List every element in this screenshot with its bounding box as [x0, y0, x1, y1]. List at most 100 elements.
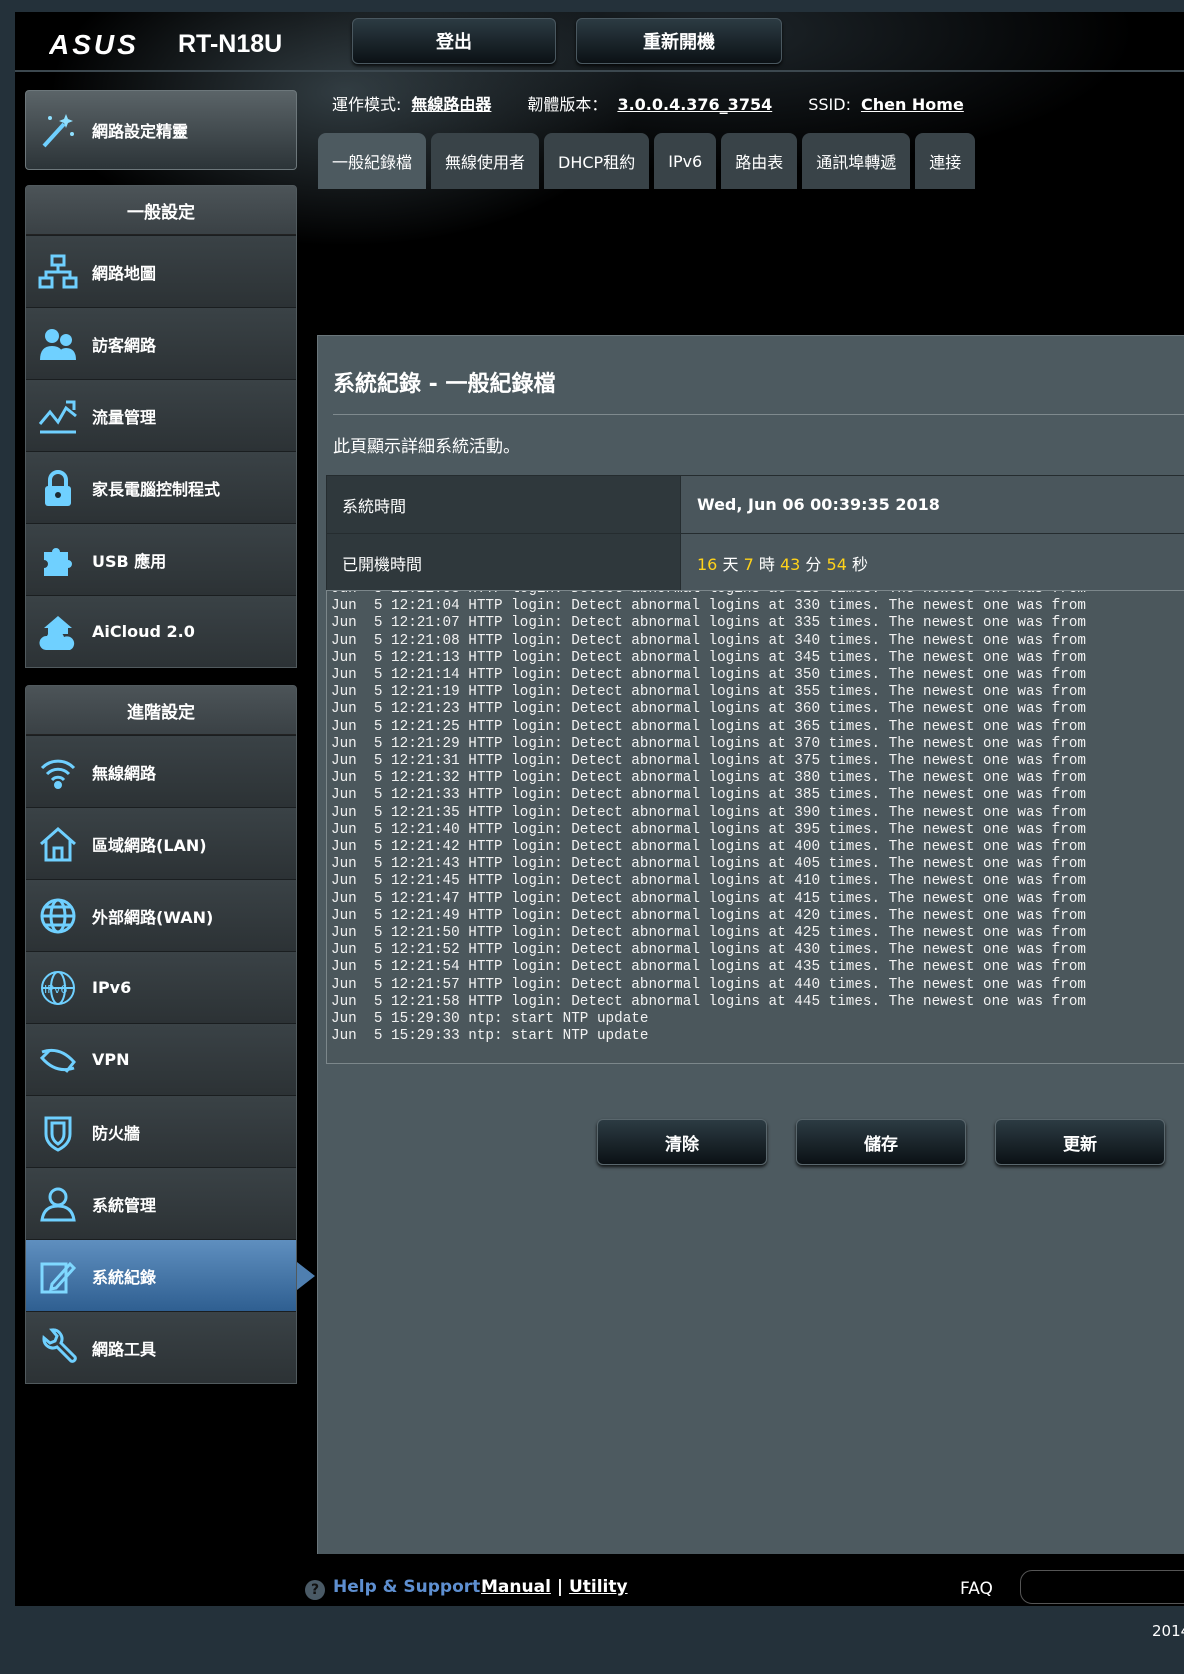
- utility-link[interactable]: Utility: [569, 1577, 628, 1597]
- edit-log-icon: [36, 1254, 80, 1298]
- tab-dhcp-leases[interactable]: DHCP租約: [544, 133, 650, 189]
- guest-network-icon: [36, 322, 80, 366]
- ssid-link[interactable]: Chen Home: [861, 95, 964, 114]
- header-divider: [15, 70, 1184, 72]
- advanced-settings-title: 進階設定: [26, 686, 296, 735]
- user-admin-icon: [36, 1182, 80, 1226]
- sidebar-item-parental-control[interactable]: 家長電腦控制程式: [26, 451, 296, 523]
- sidebar-item-network-map[interactable]: 網路地圖: [26, 235, 296, 307]
- router-frame: ASUS RT-N18U 登出 重新開機 網路設定精靈 一般設定 網路地圖 訪客…: [15, 12, 1184, 1606]
- sidebar-item-network-tools[interactable]: 網路工具: [26, 1311, 296, 1383]
- sidebar-item-guest-network[interactable]: 訪客網路: [26, 307, 296, 379]
- traffic-manager-icon: [36, 394, 80, 438]
- shield-icon: [36, 1110, 80, 1154]
- wifi-icon: [36, 750, 80, 794]
- uptime-hours-unit: 時: [758, 554, 775, 574]
- uptime-seconds: 54: [826, 554, 847, 574]
- asus-logo: ASUS: [49, 30, 139, 58]
- ssid-label: SSID:: [808, 95, 851, 114]
- footer: ? Help & Support Manual | Utility FAQ: [305, 1570, 1184, 1606]
- sidebar-item-label: AiCloud 2.0: [92, 622, 195, 641]
- tab-ipv6[interactable]: IPv6: [654, 133, 717, 189]
- sidebar-item-label: 區域網路(LAN): [92, 835, 207, 855]
- system-log-textarea[interactable]: Jun 5 12:21:03 HTTP login: Detect abnorm…: [326, 590, 1184, 1064]
- uptime-minutes-unit: 分: [805, 554, 822, 574]
- sidebar-item-firewall[interactable]: 防火牆: [26, 1095, 296, 1167]
- puzzle-icon: [36, 538, 80, 582]
- tab-port-forwarding[interactable]: 通訊埠轉遞: [802, 133, 911, 189]
- page-description: 此頁顯示詳細系統活動。: [333, 437, 520, 457]
- firmware-label: 韌體版本：: [527, 95, 608, 114]
- svg-text:ASUS: ASUS: [49, 30, 139, 58]
- sidebar-item-administration[interactable]: 系統管理: [26, 1167, 296, 1239]
- uptime-hours: 7: [743, 554, 754, 574]
- sidebar-item-label: 網路工具: [92, 1339, 157, 1359]
- manual-utility-links: Manual | Utility: [481, 1577, 628, 1597]
- general-settings-title: 一般設定: [26, 186, 296, 235]
- sidebar-item-label: 訪客網路: [92, 335, 157, 355]
- lock-icon: [36, 466, 80, 510]
- tab-routing-table[interactable]: 路由表: [721, 133, 798, 189]
- operation-mode-label: 運作模式:: [332, 95, 402, 114]
- vpn-icon: [36, 1038, 80, 1082]
- operation-mode-link[interactable]: 無線路由器: [411, 91, 491, 115]
- sidebar-item-label: IPv6: [92, 978, 132, 997]
- sidebar-item-ipv6[interactable]: IPv6 IPv6: [26, 951, 296, 1023]
- brand-header: ASUS RT-N18U: [49, 26, 282, 62]
- sidebar-item-label: VPN: [92, 1050, 130, 1069]
- logout-button[interactable]: 登出: [352, 18, 556, 64]
- page-title: 系統紀錄 - 一般紀錄檔: [333, 372, 556, 397]
- sidebar-item-usb-application[interactable]: USB 應用: [26, 523, 296, 595]
- sidebar-item-label: USB 應用: [92, 551, 167, 571]
- sidebar-item-wan[interactable]: 外部網路(WAN): [26, 879, 296, 951]
- home-icon: [36, 822, 80, 866]
- quick-setup-wizard[interactable]: 網路設定精靈: [25, 90, 297, 170]
- cloud-icon: [36, 610, 80, 654]
- tab-general-log[interactable]: 一般紀錄檔: [318, 133, 427, 189]
- svg-text:IPv6: IPv6: [44, 983, 67, 996]
- sidebar-item-lan[interactable]: 區域網路(LAN): [26, 807, 296, 879]
- clear-button[interactable]: 清除: [597, 1119, 767, 1165]
- globe-icon: [36, 894, 80, 938]
- reboot-button[interactable]: 重新開機: [576, 18, 782, 64]
- model-name: RT-N18U: [178, 29, 283, 58]
- sidebar-item-aicloud[interactable]: AiCloud 2.0: [26, 595, 296, 667]
- log-content: Jun 5 12:21:03 HTTP login: Detect abnorm…: [331, 591, 1086, 1045]
- uptime-days-unit: 天: [722, 554, 739, 574]
- refresh-button[interactable]: 更新: [995, 1119, 1165, 1165]
- sidebar-item-traffic-manager[interactable]: 流量管理: [26, 379, 296, 451]
- sidebar-item-vpn[interactable]: VPN: [26, 1023, 296, 1095]
- sidebar-item-wireless[interactable]: 無線網路: [26, 735, 296, 807]
- uptime-seconds-unit: 秒: [851, 554, 868, 574]
- sidebar-item-label: 外部網路(WAN): [92, 907, 214, 927]
- uptime-value: 16 天 7 時 43 分 54 秒: [680, 533, 1184, 592]
- magic-wand-icon: [36, 108, 80, 152]
- table-row: 已開機時間 16 天 7 時 43 分 54 秒: [326, 533, 1184, 592]
- tab-wireless-clients[interactable]: 無線使用者: [431, 133, 540, 189]
- faq-label: FAQ: [960, 1579, 993, 1599]
- copyright-text: 2014: [1152, 1622, 1184, 1640]
- status-info-bar: 運作模式: 無線路由器 韌體版本： 3.0.0.4.376_3754 SSID:…: [332, 91, 964, 115]
- save-button[interactable]: 儲存: [796, 1119, 966, 1165]
- help-icon: ?: [305, 1580, 325, 1600]
- uptime-label: 已開機時間: [326, 533, 681, 592]
- system-time-label: 系統時間: [326, 475, 681, 534]
- general-settings-menu: 一般設定 網路地圖 訪客網路 流量管理 家長電腦控制程式 USB 應用 AiCl…: [25, 185, 297, 668]
- sidebar-item-label: 防火牆: [92, 1123, 141, 1143]
- sidebar-item-system-log[interactable]: 系統紀錄: [26, 1239, 315, 1311]
- uptime-days: 16: [697, 554, 718, 574]
- sidebar-item-label: 流量管理: [92, 407, 157, 427]
- sidebar-item-label: 系統紀錄: [92, 1267, 157, 1287]
- sidebar-item-label: 無線網路: [92, 763, 157, 783]
- sidebar-item-label: 家長電腦控制程式: [92, 479, 221, 499]
- sidebar-item-label: 網路地圖: [92, 263, 157, 283]
- faq-search-input[interactable]: [1020, 1570, 1184, 1604]
- manual-link[interactable]: Manual: [481, 1577, 551, 1597]
- advanced-settings-menu: 進階設定 無線網路 區域網路(LAN) 外部網路(WAN) IPv6 IPv6 …: [25, 685, 315, 1384]
- wizard-label: 網路設定精靈: [92, 122, 189, 141]
- uptime-minutes: 43: [779, 554, 801, 574]
- tab-connections[interactable]: 連接: [915, 133, 976, 189]
- help-support-link[interactable]: Help & Support: [333, 1577, 480, 1597]
- firmware-version-link[interactable]: 3.0.0.4.376_3754: [617, 95, 772, 114]
- system-info-table: 系統時間 Wed, Jun 06 00:39:35 2018 已開機時間 16 …: [326, 475, 1184, 592]
